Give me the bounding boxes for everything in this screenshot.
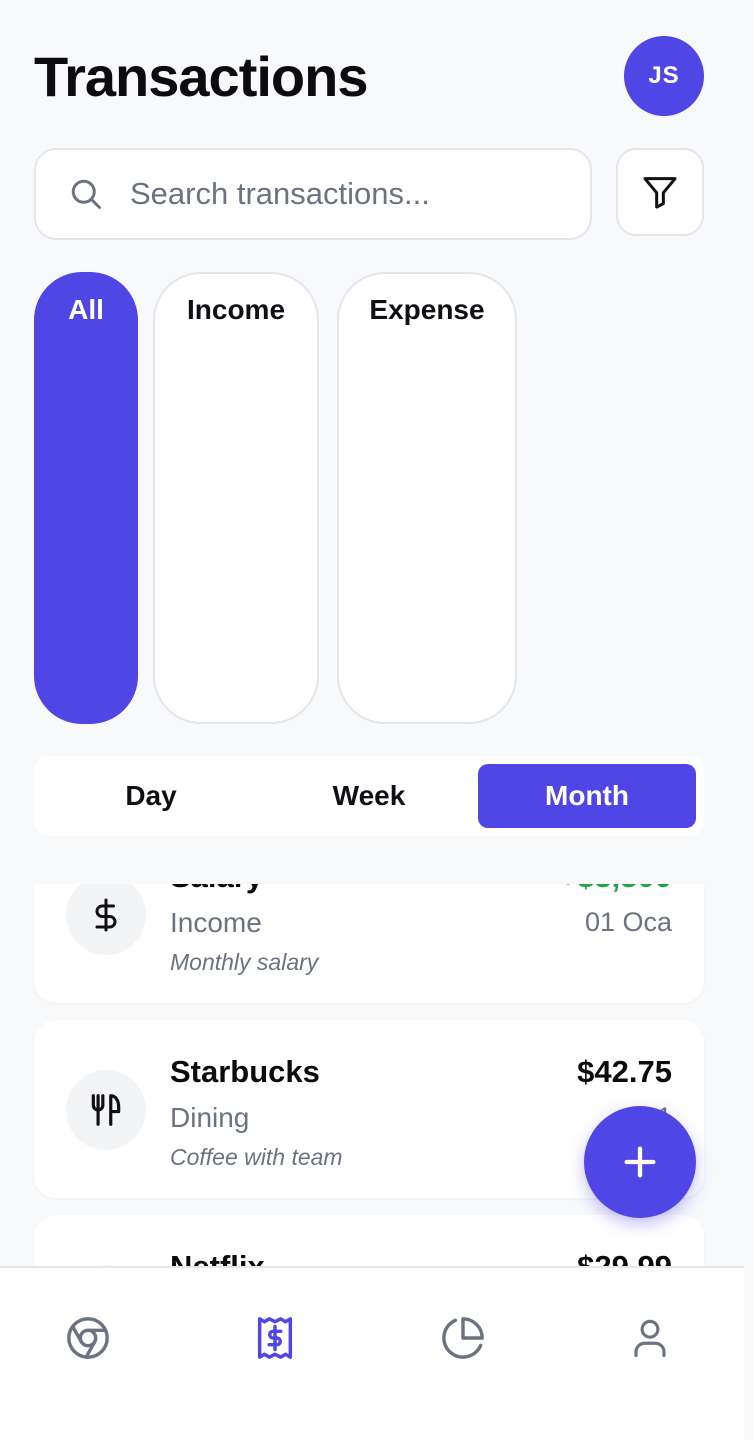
filter-button[interactable] bbox=[616, 148, 704, 236]
dollar-icon bbox=[95, 898, 117, 932]
transaction-name: Starbucks bbox=[170, 1054, 320, 1089]
filter-chip-all[interactable]: All bbox=[34, 272, 138, 724]
page-title: Transactions bbox=[34, 45, 368, 108]
period-selector: Day Week Month bbox=[34, 756, 704, 836]
nav-transactions[interactable] bbox=[245, 1308, 305, 1368]
bottom-nav bbox=[0, 1266, 744, 1440]
search-icon bbox=[71, 179, 101, 209]
transaction-amount: $42.75 bbox=[577, 1054, 672, 1089]
plus-icon bbox=[624, 1146, 656, 1178]
transaction-date: 01 Oca bbox=[584, 907, 672, 937]
transaction-note: Coffee with team bbox=[170, 1144, 343, 1170]
transaction-note: Monthly salary bbox=[170, 949, 319, 975]
nav-profile[interactable] bbox=[620, 1308, 680, 1368]
transaction-card[interactable]: Salary Income Monthly salary +$3,500 01 … bbox=[34, 884, 704, 1003]
transaction-amount: $29.99 bbox=[577, 1249, 672, 1266]
category-icon-wrap bbox=[66, 1070, 146, 1150]
search-bar[interactable] bbox=[34, 148, 592, 240]
receipt-dollar-icon bbox=[257, 1317, 293, 1359]
fork-knife-icon bbox=[91, 1094, 121, 1126]
search-input[interactable] bbox=[130, 176, 530, 212]
nav-home[interactable] bbox=[58, 1308, 118, 1368]
filter-chip-income[interactable]: Income bbox=[153, 272, 319, 724]
period-month-button[interactable]: Month bbox=[478, 764, 696, 828]
chrome-icon bbox=[67, 1317, 109, 1359]
period-day-button[interactable]: Day bbox=[42, 764, 260, 828]
pie-chart-icon bbox=[442, 1317, 484, 1359]
category-icon-wrap bbox=[66, 884, 146, 955]
transaction-amount: +$3,500 bbox=[559, 884, 672, 895]
transaction-category: Income bbox=[170, 907, 262, 938]
transaction-name: Netflix bbox=[170, 1249, 265, 1266]
transactions-screen: Transactions JS All Income Expense Day W… bbox=[0, 0, 754, 1440]
period-week-button[interactable]: Week bbox=[260, 764, 478, 828]
transaction-category: Dining bbox=[170, 1102, 250, 1133]
filter-chip-expense[interactable]: Expense bbox=[337, 272, 517, 724]
avatar[interactable]: JS bbox=[624, 36, 704, 116]
add-transaction-button[interactable] bbox=[584, 1106, 696, 1218]
nav-analytics[interactable] bbox=[433, 1308, 493, 1368]
transaction-card[interactable]: Netflix $29.99 bbox=[34, 1215, 704, 1266]
filter-icon bbox=[643, 177, 677, 209]
transaction-name: Salary bbox=[170, 884, 263, 895]
user-icon bbox=[634, 1319, 666, 1358]
